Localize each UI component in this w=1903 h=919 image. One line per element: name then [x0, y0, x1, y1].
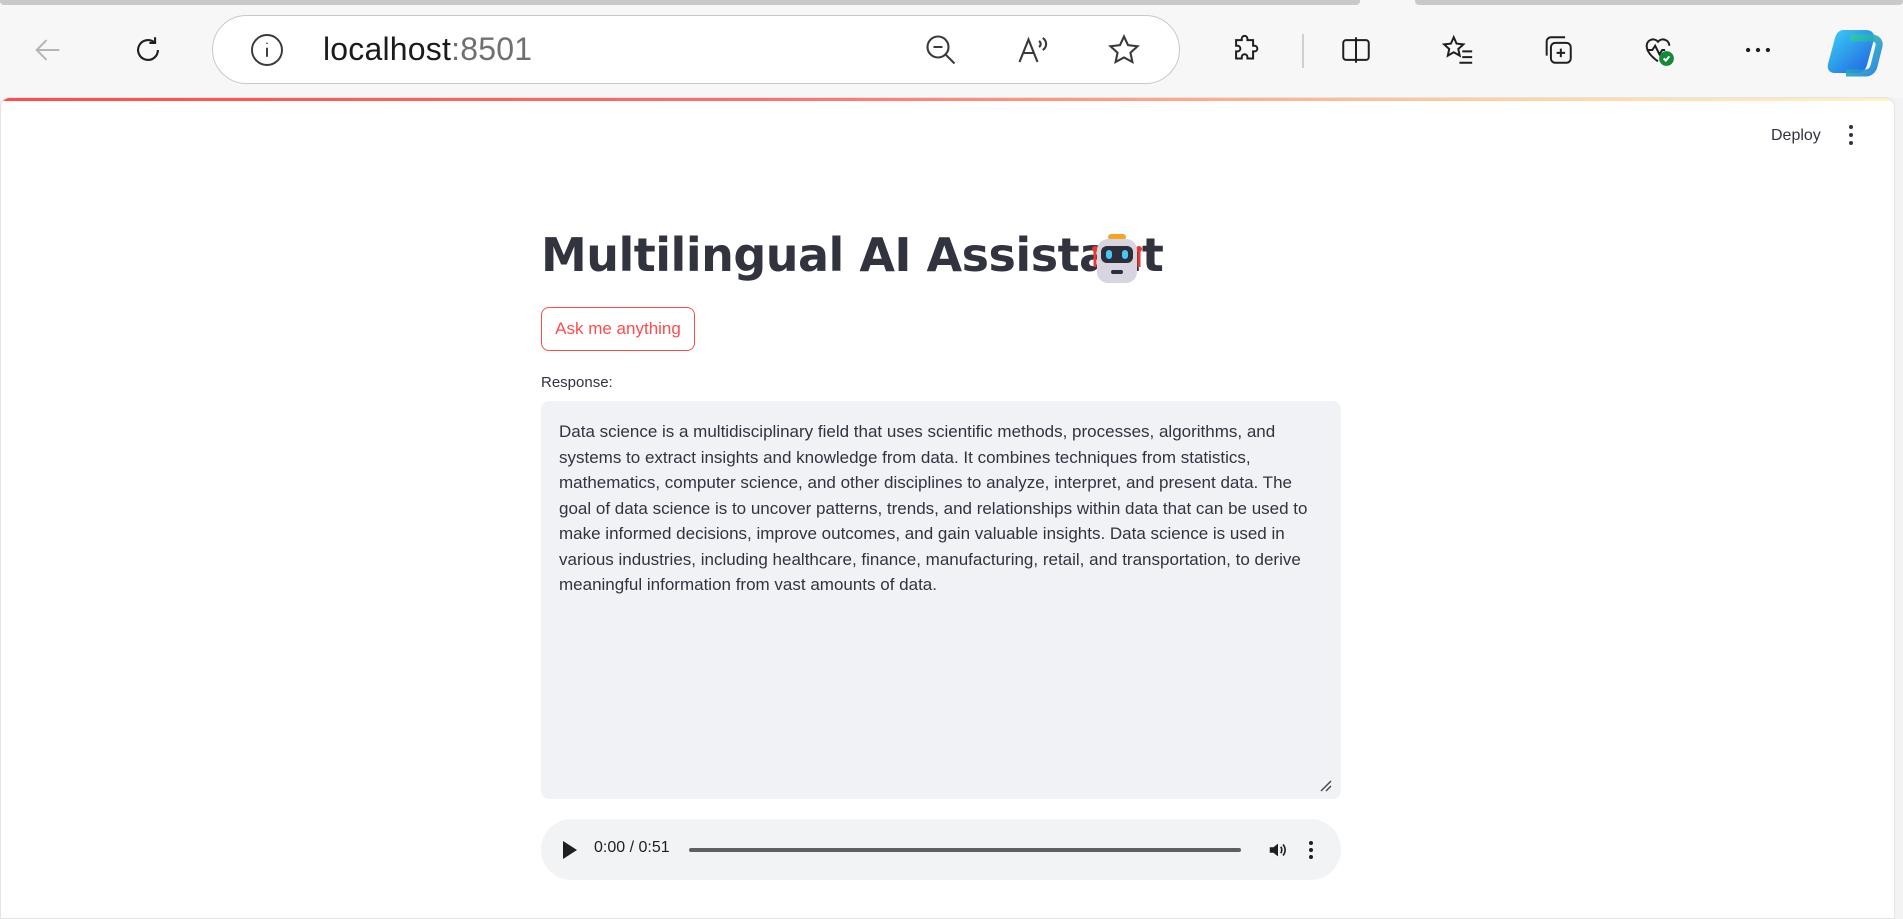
response-textarea[interactable]: Data science is a multidisciplinary fiel… [541, 401, 1341, 799]
response-label: Response: [541, 374, 613, 391]
read-aloud-icon[interactable] [1015, 32, 1051, 68]
audio-player: 0:00 / 0:51 [541, 819, 1341, 880]
url-text[interactable]: localhost:8501 [323, 31, 532, 68]
page-title: Multilingual AI Assistant [541, 228, 1164, 282]
ask-me-anything-button[interactable]: Ask me anything [541, 307, 695, 351]
resize-handle-icon[interactable] [1317, 777, 1333, 793]
split-screen-icon[interactable] [1334, 28, 1378, 72]
toolbar-separator [1302, 34, 1304, 68]
collections-icon[interactable] [1536, 28, 1580, 72]
main-menu-icon[interactable] [1839, 120, 1863, 150]
inactive-tab-edge [1415, 0, 1903, 5]
volume-icon[interactable] [1267, 839, 1289, 861]
page-top-decoration [1, 98, 1894, 101]
more-menu-icon[interactable] [1736, 28, 1780, 72]
back-arrow-icon[interactable] [26, 28, 70, 72]
favorite-star-icon[interactable] [1106, 32, 1142, 68]
zoom-out-icon[interactable] [923, 32, 959, 68]
refresh-icon[interactable] [126, 28, 170, 72]
response-text[interactable]: Data science is a multidisciplinary fiel… [559, 419, 1323, 598]
browser-essentials-icon[interactable] [1636, 28, 1680, 72]
audio-time: 0:00 / 0:51 [594, 839, 670, 856]
deploy-button[interactable]: Deploy [1763, 123, 1829, 149]
copilot-icon[interactable] [1826, 24, 1884, 78]
audio-progress-slider[interactable] [689, 848, 1241, 852]
play-icon[interactable] [563, 841, 577, 859]
streamlit-page: Deploy Multilingual AI Assistant Ask me … [0, 97, 1895, 919]
extensions-icon[interactable] [1224, 28, 1268, 72]
address-bar[interactable]: localhost:8501 [212, 15, 1180, 84]
favorites-icon[interactable] [1436, 28, 1480, 72]
active-tab-edge [0, 0, 1360, 5]
robot-icon [1092, 234, 1142, 283]
browser-toolbar: localhost:8501 [0, 0, 1903, 98]
info-icon[interactable] [249, 32, 285, 68]
audio-more-options-icon[interactable] [1309, 839, 1315, 861]
